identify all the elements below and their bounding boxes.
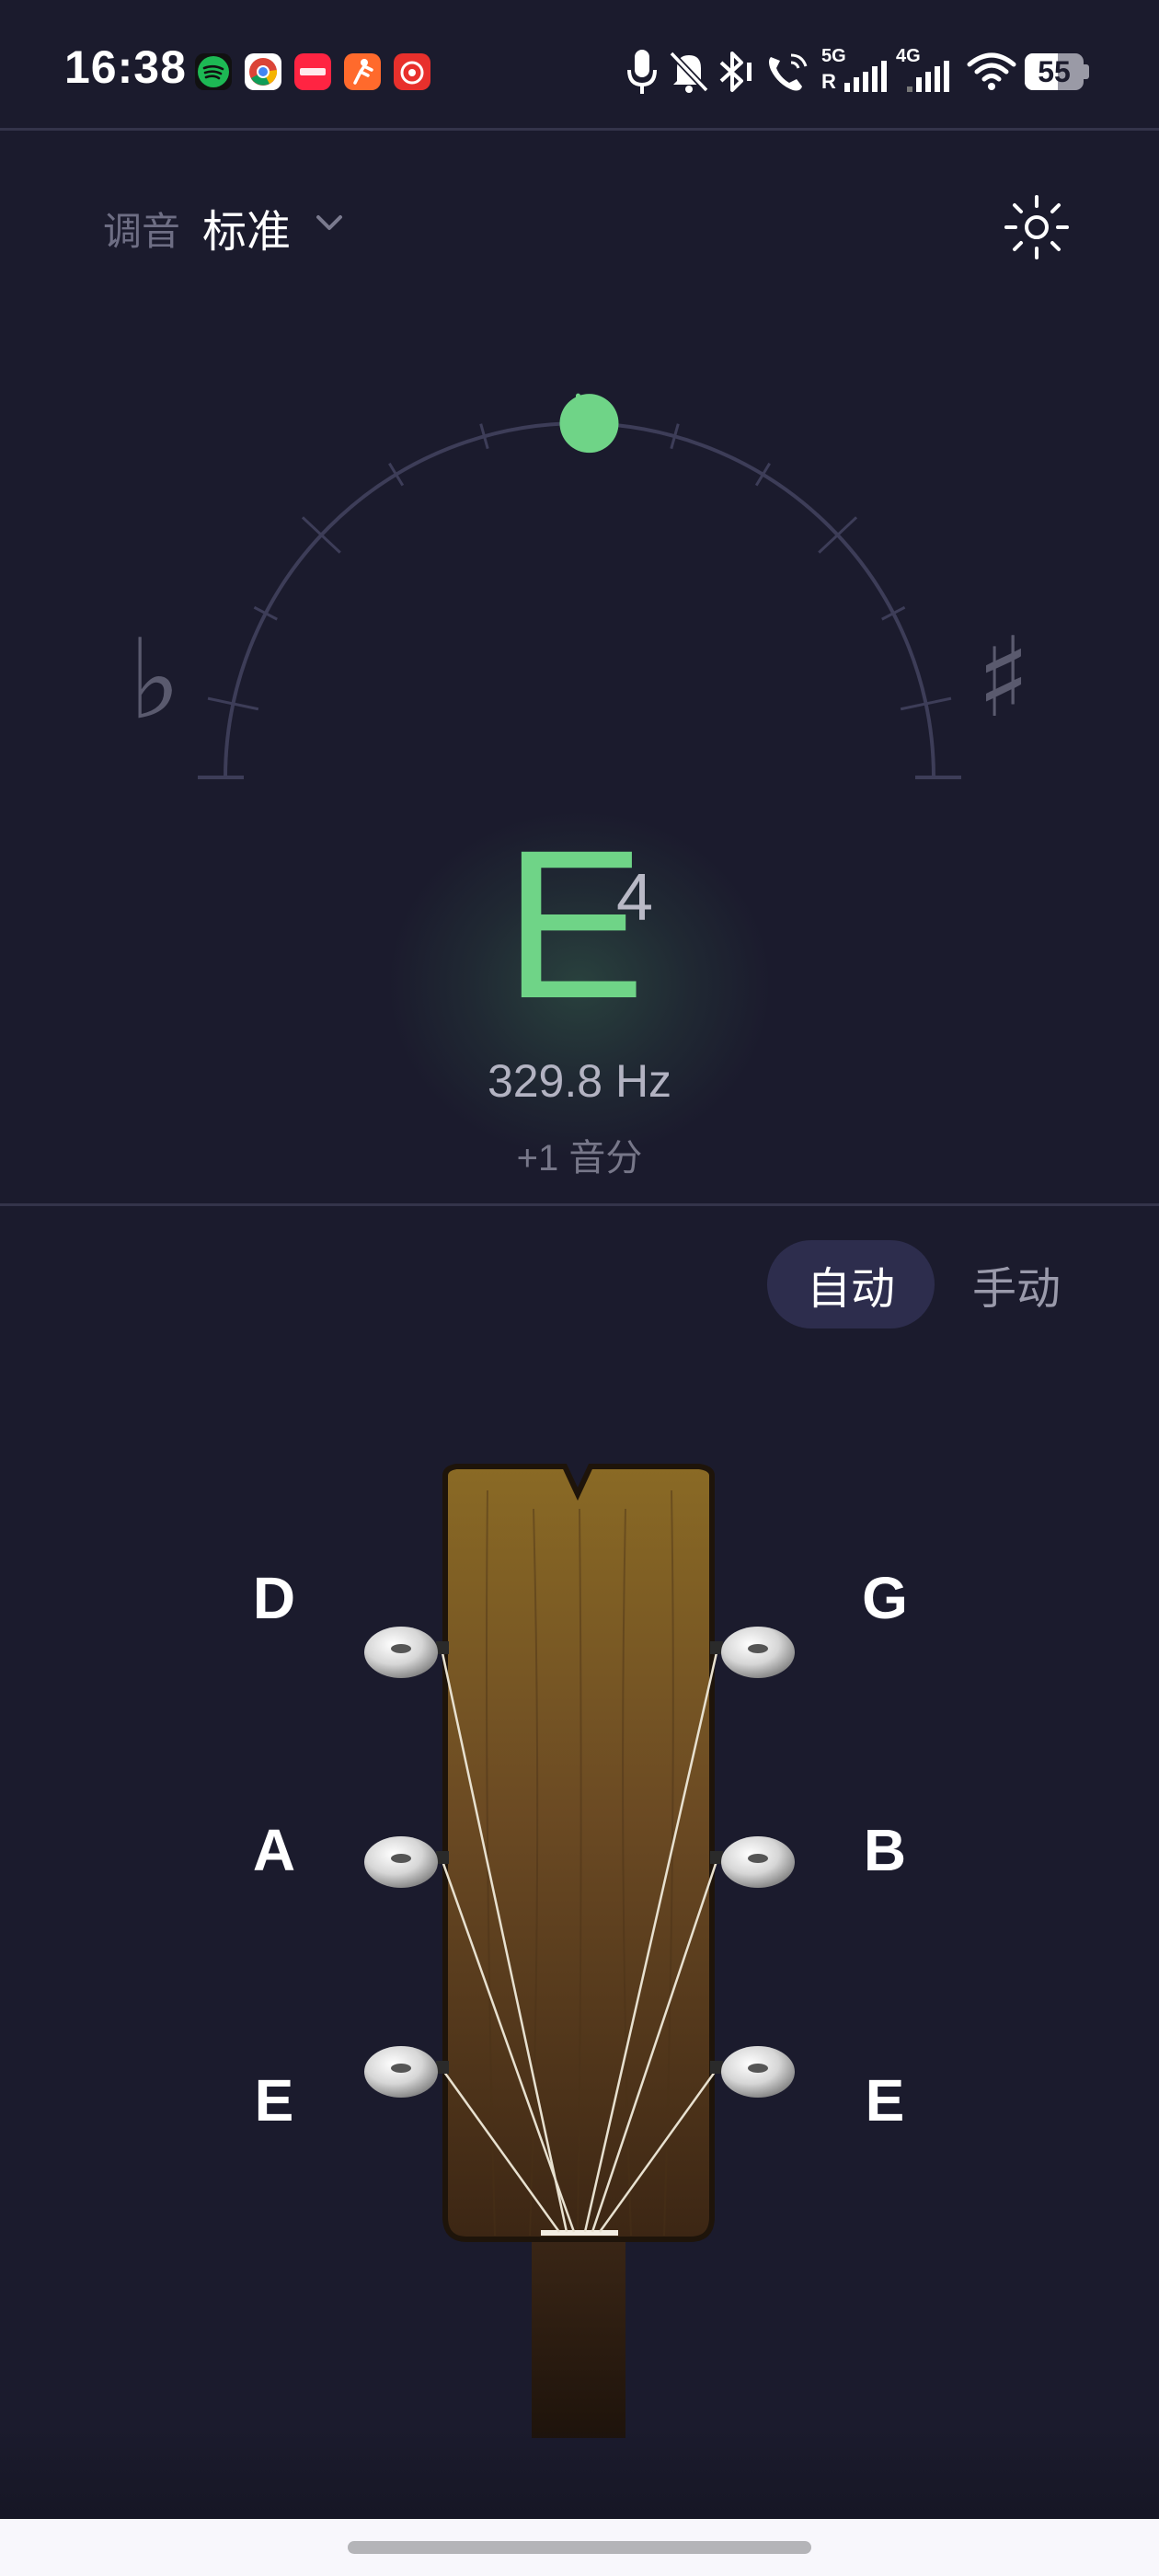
tuning-peg-high-e[interactable] <box>710 2046 795 2098</box>
cents-readout: +1 音分 <box>516 1138 643 1179</box>
sharp-symbol: ♯ <box>977 615 1031 742</box>
tuning-peg-b[interactable] <box>710 1836 795 1888</box>
tuning-peg-low-e[interactable] <box>364 2046 449 2098</box>
string-label-a[interactable]: A <box>237 1816 311 1884</box>
battery-icon: 55 <box>1025 53 1089 90</box>
tuning-peg-d[interactable] <box>364 1627 449 1678</box>
gauge-arc <box>224 421 935 778</box>
string-label-b[interactable]: B <box>848 1816 922 1884</box>
gauge-tick <box>253 605 278 621</box>
section-divider <box>0 1203 1159 1206</box>
wifi-call-icon <box>769 53 808 91</box>
gauge-tick <box>388 462 405 487</box>
guitar-nut <box>541 2230 618 2236</box>
microphone-icon <box>627 50 657 94</box>
guitar-neck <box>532 2236 625 2438</box>
netease-music-icon <box>394 53 430 90</box>
string-label-low-e[interactable]: E <box>237 2066 311 2134</box>
note-octave: 4 <box>616 861 654 935</box>
gauge-arc-group <box>198 393 961 779</box>
string-label-d[interactable]: D <box>237 1564 311 1632</box>
bottom-fade <box>0 2429 1159 2521</box>
frequency-readout: 329.8 Hz <box>487 1055 672 1107</box>
guitar-headstock <box>364 1464 795 2438</box>
chevron-down-icon[interactable] <box>311 210 348 237</box>
net-label-roaming: R <box>821 70 836 93</box>
tuning-preset-selector[interactable]: 标准 <box>202 195 291 259</box>
status-divider <box>0 128 1159 131</box>
home-indicator[interactable] <box>348 2541 811 2554</box>
signal-5g-icon <box>844 61 887 92</box>
chrome-icon <box>245 53 281 90</box>
tuning-label: 调音 <box>103 210 181 253</box>
string-label-high-e[interactable]: E <box>848 2066 922 2134</box>
spotify-icon <box>195 53 232 90</box>
status-bar: 16:38 5G R 4G 55 <box>0 0 1159 129</box>
tuning-peg-g[interactable] <box>710 1627 795 1678</box>
signal-4g-icon <box>907 61 949 92</box>
string-label-g[interactable]: G <box>848 1564 922 1632</box>
bluetooth-icon <box>719 52 752 92</box>
fitness-app-icon <box>344 53 381 90</box>
gauge-tick <box>754 462 771 487</box>
gauge-indicator <box>559 394 619 454</box>
wifi-icon <box>967 52 1016 90</box>
mode-manual-button[interactable]: 手动 <box>957 1240 1076 1328</box>
gauge-tick <box>881 605 906 621</box>
mode-auto-button[interactable]: 自动 <box>767 1240 935 1328</box>
xiaohongshu-icon <box>294 53 331 90</box>
battery-level: 55 <box>1038 55 1071 88</box>
status-time: 16:38 <box>64 41 187 93</box>
tuning-gauge <box>198 393 961 779</box>
sun-settings-icon[interactable] <box>1003 193 1071 261</box>
mute-icon <box>669 51 709 93</box>
tuning-peg-a[interactable] <box>364 1836 449 1888</box>
flat-symbol: ♭ <box>129 616 181 744</box>
